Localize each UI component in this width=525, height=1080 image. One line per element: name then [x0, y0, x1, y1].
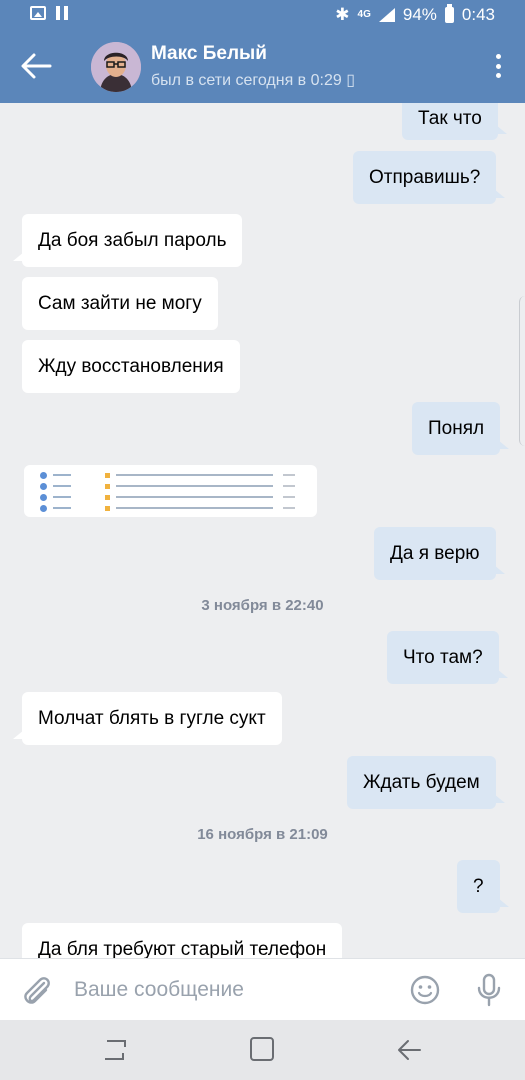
status-bar: ✱ 4G 94% 0:43 [0, 0, 525, 30]
back-navigation-icon[interactable] [396, 1038, 422, 1062]
scroll-handle[interactable] [519, 296, 525, 446]
message-outgoing[interactable]: Да я верю [374, 527, 505, 580]
clock: 0:43 [461, 5, 495, 24]
message-outgoing[interactable]: Что там? [387, 631, 508, 684]
message-incoming[interactable]: Да боя забыл пароль [12, 214, 243, 267]
message-incoming[interactable]: Сам зайти не могу [22, 277, 218, 330]
system-navigation-bar [0, 1020, 525, 1080]
signal-icon [378, 8, 395, 22]
image-attachment[interactable] [24, 465, 317, 517]
bluetooth-icon: ✱ [335, 5, 350, 24]
date-separator: 3 ноября в 22:40 [201, 597, 324, 614]
battery-level: 94% [402, 5, 437, 24]
emoji-icon[interactable] [410, 975, 440, 1005]
message-input[interactable] [62, 967, 392, 1013]
message-incoming[interactable]: Жду восстановления [22, 340, 240, 393]
message-incoming[interactable]: Молчат блять в гугле сукт [13, 692, 282, 745]
avatar[interactable] [91, 42, 141, 92]
message-list[interactable]: Так что Отправишь? Да боя забыл пароль С… [0, 103, 525, 958]
message-outgoing[interactable]: Отправишь? [353, 151, 506, 204]
gallery-notification-icon [30, 6, 46, 20]
message-incoming[interactable]: Да бля требуют старый телефон [22, 923, 343, 958]
message-outgoing[interactable]: Ждать будем [347, 756, 505, 809]
message-outgoing[interactable]: ? [457, 860, 509, 913]
message-outgoing[interactable]: Так что [402, 103, 507, 140]
chat-header: Макс Белый был в сети сегодня в 0:29 ▯ [0, 30, 525, 103]
paperclip-icon[interactable] [22, 974, 52, 1006]
more-options-icon[interactable] [495, 54, 501, 78]
battery-icon [444, 4, 454, 23]
date-separator: 16 ноября в 21:09 [197, 826, 328, 843]
message-outgoing[interactable]: Понял [412, 402, 510, 455]
contact-name[interactable]: Макс Белый [151, 43, 267, 65]
pause-notification-icon [56, 6, 68, 20]
microphone-icon[interactable] [476, 973, 502, 1007]
recent-apps-icon[interactable] [102, 1038, 128, 1062]
contact-last-seen: был в сети сегодня в 0:29 ▯ [151, 72, 356, 89]
message-composer [0, 958, 525, 1020]
home-button-icon[interactable] [250, 1037, 274, 1061]
back-arrow-icon[interactable] [20, 52, 52, 80]
network-type: 4G [357, 9, 371, 20]
